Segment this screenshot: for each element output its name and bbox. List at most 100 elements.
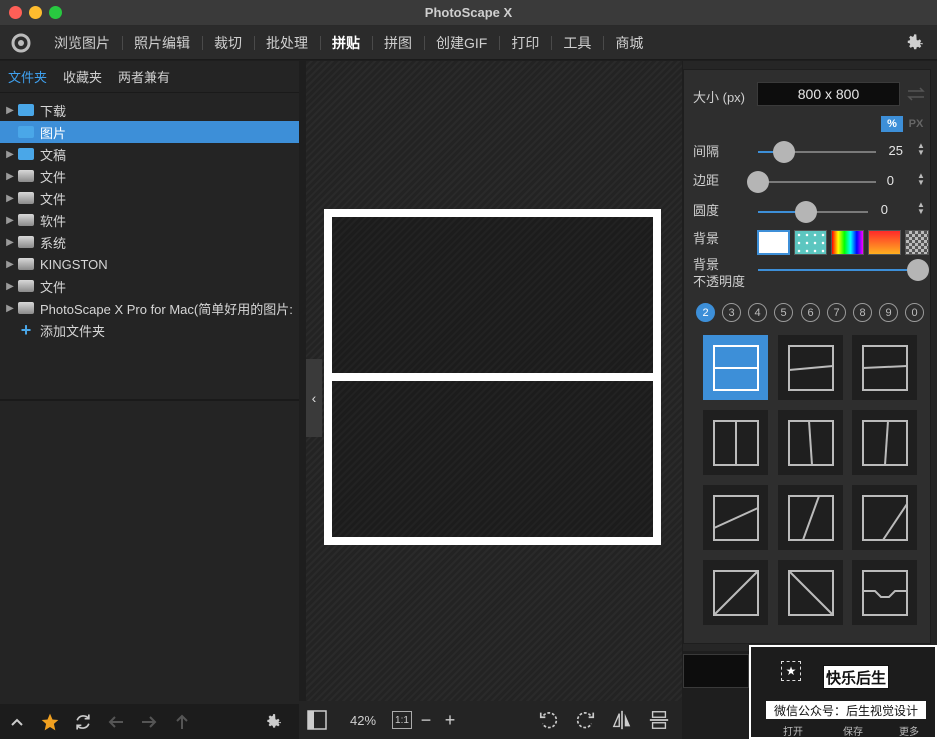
app-logo-icon[interactable] <box>0 26 42 60</box>
tree-item-drive-files-3[interactable]: ▶ 文件 <box>0 275 299 297</box>
layout-tile-1[interactable] <box>703 335 768 400</box>
count-option-4[interactable]: 4 <box>748 303 767 322</box>
layout-tile-7[interactable] <box>703 485 768 550</box>
browser-settings-gear-icon[interactable] <box>256 704 289 739</box>
count-option-5[interactable]: 5 <box>774 303 793 322</box>
back-arrow-icon[interactable] <box>99 704 132 739</box>
tree-item-documents[interactable]: ▶ 文稿 <box>0 143 299 165</box>
roundness-slider[interactable] <box>758 201 868 223</box>
count-option-8[interactable]: 8 <box>853 303 872 322</box>
expand-arrow-icon[interactable]: ▶ <box>2 281 18 292</box>
swap-dimensions-icon[interactable] <box>906 86 926 105</box>
menu-create-gif[interactable]: 创建GIF <box>424 26 499 60</box>
opacity-slider[interactable] <box>758 259 929 281</box>
count-option-6[interactable]: 6 <box>801 303 820 322</box>
count-option-0[interactable]: 0 <box>905 303 924 322</box>
open-button[interactable]: 打开 <box>783 723 803 738</box>
menu-browse-photos[interactable]: 浏览图片 <box>42 26 122 60</box>
tree-item-drive-system[interactable]: ▶ 系统 <box>0 231 299 253</box>
roundness-value[interactable]: 0 <box>858 202 888 217</box>
expand-arrow-icon[interactable]: ▶ <box>2 105 18 116</box>
expand-arrow-icon[interactable]: ▶ <box>2 193 18 204</box>
roundness-stepper-icon[interactable]: ▲ ▼ <box>917 201 925 216</box>
settings-gear-icon[interactable] <box>903 32 925 57</box>
layout-tile-3[interactable] <box>852 335 917 400</box>
tree-item-drive-kingston[interactable]: ▶ KINGSTON <box>0 253 299 275</box>
menu-store[interactable]: 商城 <box>603 26 655 60</box>
count-option-3[interactable]: 3 <box>722 303 741 322</box>
size-input[interactable]: 800 x 800 <box>757 82 900 106</box>
collapse-up-icon[interactable] <box>0 704 33 739</box>
layout-tile-11[interactable] <box>778 560 843 625</box>
flip-horizontal-icon[interactable] <box>603 701 641 739</box>
expand-arrow-icon[interactable]: ▶ <box>2 237 18 248</box>
count-option-7[interactable]: 7 <box>827 303 846 322</box>
zoom-level[interactable]: 42% <box>335 701 391 739</box>
expand-arrow-icon[interactable]: ▶ <box>2 259 18 270</box>
layout-tile-12[interactable] <box>852 560 917 625</box>
tab-folders[interactable]: 文件夹 <box>8 67 63 86</box>
background-transparent-swatch[interactable] <box>905 230 929 255</box>
tab-favorites[interactable]: 收藏夹 <box>63 67 118 86</box>
margin-stepper-icon[interactable]: ▲ ▼ <box>917 172 925 187</box>
menu-combine[interactable]: 拼图 <box>372 26 424 60</box>
menu-batch[interactable]: 批处理 <box>254 26 320 60</box>
zoom-in-button[interactable]: + <box>439 701 461 739</box>
menu-photo-editor[interactable]: 照片编辑 <box>122 26 202 60</box>
rotate-left-icon[interactable] <box>531 701 567 739</box>
expand-arrow-icon[interactable]: ▶ <box>2 171 18 182</box>
layout-tile-6[interactable] <box>852 410 917 475</box>
spacing-stepper-icon[interactable]: ▲ ▼ <box>917 142 925 157</box>
menu-crop[interactable]: 裁切 <box>202 26 254 60</box>
count-option-9[interactable]: 9 <box>879 303 898 322</box>
layout-tile-10[interactable] <box>703 560 768 625</box>
zoom-out-button[interactable]: − <box>413 701 439 739</box>
collage-cell-bottom[interactable] <box>332 381 653 537</box>
forward-arrow-icon[interactable] <box>132 704 165 739</box>
layout-tile-9[interactable] <box>852 485 917 550</box>
refresh-icon[interactable] <box>66 704 99 739</box>
background-gradient-swatch[interactable] <box>868 230 901 255</box>
tab-both[interactable]: 两者兼有 <box>118 67 186 86</box>
expand-arrow-icon[interactable]: ▶ <box>2 215 18 226</box>
collapse-left-panel-button[interactable]: ‹ <box>306 359 322 437</box>
unit-px-toggle[interactable]: PX <box>905 116 927 132</box>
menu-collage[interactable]: 拼贴 <box>320 26 372 60</box>
save-button[interactable]: 保存 <box>843 723 863 738</box>
up-arrow-icon[interactable] <box>165 704 198 739</box>
more-button[interactable]: 更多 <box>899 723 919 738</box>
opacity-slider-knob[interactable] <box>907 259 929 281</box>
add-folder-item[interactable]: + 添加文件夹 <box>0 319 299 341</box>
spacing-value[interactable]: 25 <box>873 143 903 158</box>
tree-item-drive-software[interactable]: ▶ 软件 <box>0 209 299 231</box>
menu-print[interactable]: 打印 <box>499 26 551 60</box>
unit-percent-toggle[interactable]: % <box>881 116 903 132</box>
layout-tile-5[interactable] <box>778 410 843 475</box>
background-color-picker-swatch[interactable] <box>831 230 864 255</box>
tree-item-drive-files-2[interactable]: ▶ 文件 <box>0 187 299 209</box>
actual-size-button[interactable]: 1:1 <box>392 711 412 729</box>
expand-arrow-icon[interactable]: ▶ <box>2 303 18 314</box>
margin-slider[interactable] <box>747 171 876 193</box>
collage-canvas[interactable] <box>306 61 682 701</box>
margin-slider-knob[interactable] <box>747 171 769 193</box>
tree-item-downloads[interactable]: ▶ 下载 <box>0 99 299 121</box>
expand-arrow-icon[interactable]: ▶ <box>2 149 18 160</box>
roundness-slider-knob[interactable] <box>795 201 818 223</box>
count-option-2[interactable]: 2 <box>696 303 715 322</box>
flip-vertical-icon[interactable] <box>641 701 677 739</box>
background-white-swatch[interactable] <box>757 230 790 255</box>
margin-value[interactable]: 0 <box>864 173 894 188</box>
rotate-right-icon[interactable] <box>567 701 603 739</box>
background-pattern-swatch[interactable] <box>794 230 827 255</box>
collage-cell-top[interactable] <box>332 217 653 373</box>
layout-tile-8[interactable] <box>778 485 843 550</box>
tree-item-pictures[interactable]: 图片 <box>0 121 299 143</box>
menu-tools[interactable]: 工具 <box>551 26 603 60</box>
toggle-panel-icon[interactable] <box>299 701 335 739</box>
panel-divider[interactable] <box>0 399 299 401</box>
layout-tile-2[interactable] <box>778 335 843 400</box>
filename-field[interactable] <box>683 654 749 688</box>
tree-item-drive-files-1[interactable]: ▶ 文件 <box>0 165 299 187</box>
tree-item-drive-photoscape[interactable]: ▶ PhotoScape X Pro for Mac(简单好用的图片: <box>0 297 299 319</box>
